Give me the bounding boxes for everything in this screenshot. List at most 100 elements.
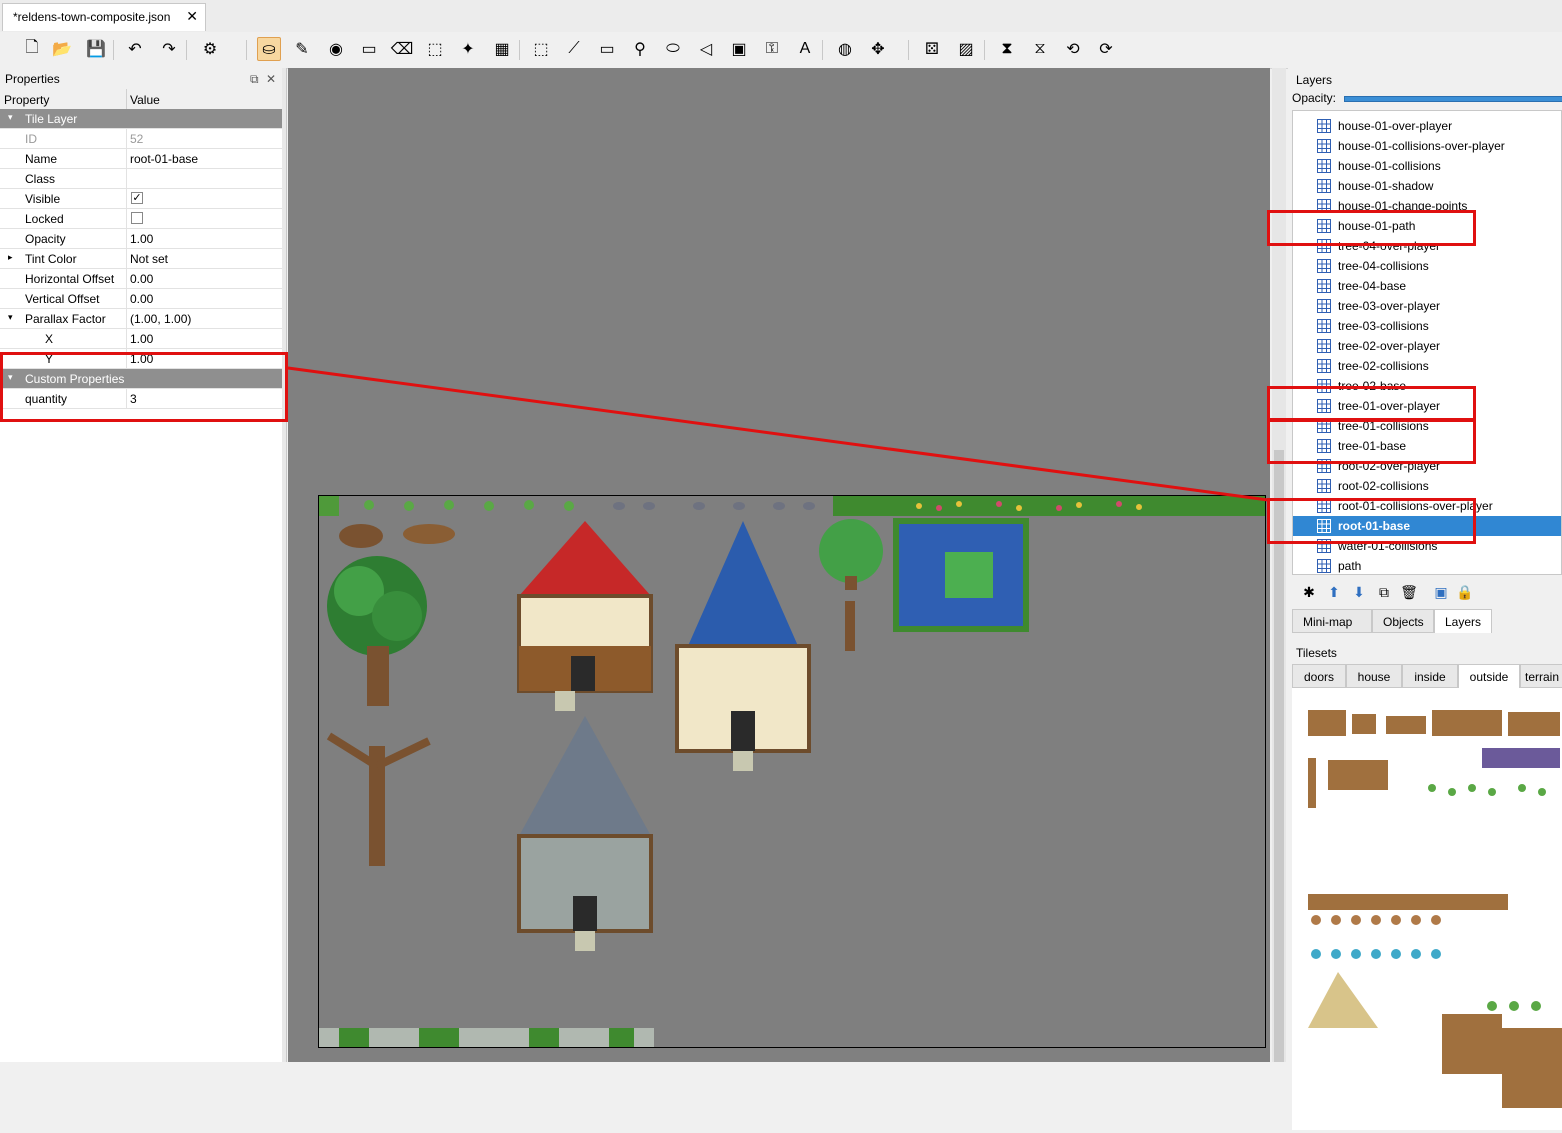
map-view[interactable]: [318, 495, 1266, 1048]
layer-item[interactable]: tree-04-base: [1293, 276, 1561, 296]
layer-item[interactable]: tree-04-collisions: [1293, 256, 1561, 276]
visible-checkbox[interactable]: ✓: [131, 192, 143, 204]
tileset-view[interactable]: [1292, 688, 1562, 1130]
property-row[interactable]: Visible ✓: [0, 189, 282, 209]
property-value[interactable]: 0.00: [130, 272, 153, 286]
rect-select-icon[interactable]: ⬚: [423, 37, 447, 61]
flip-horizontal-icon[interactable]: ⧗: [995, 37, 1019, 61]
wang-fill-icon[interactable]: ▨: [954, 37, 978, 61]
stamp-brush-icon[interactable]: ⛀: [257, 37, 281, 61]
redo-icon[interactable]: ↷: [157, 37, 181, 61]
dock-tab-mini-map[interactable]: Mini-map: [1292, 609, 1372, 633]
eraser-icon[interactable]: ⌫: [390, 37, 414, 61]
random-mode-icon[interactable]: ⚄: [920, 37, 944, 61]
property-row[interactable]: ▾ Parallax Factor (1.00, 1.00): [0, 309, 282, 329]
tile-layer-icon: [1317, 279, 1331, 293]
new-map-icon[interactable]: 🗋: [20, 37, 44, 61]
layers-title: Layers: [1296, 73, 1333, 87]
insert-polygon-icon[interactable]: ◁: [694, 37, 718, 61]
opacity-slider[interactable]: [1344, 96, 1562, 102]
flip-vertical-icon[interactable]: ⧖: [1028, 37, 1052, 61]
insert-ellipse-icon[interactable]: ⬭: [661, 37, 685, 61]
property-row[interactable]: Locked: [0, 209, 282, 229]
tileset-tab-inside[interactable]: inside: [1402, 664, 1458, 688]
terrain-brush-icon[interactable]: ✎: [290, 37, 314, 61]
collapse-caret-icon[interactable]: ▾: [8, 112, 13, 123]
lock-layers-icon[interactable]: 🔒: [1456, 583, 1474, 601]
layer-item[interactable]: house-01-over-player: [1293, 116, 1561, 136]
property-row[interactable]: X 1.00: [0, 329, 282, 349]
show-hide-layers-icon[interactable]: ▣: [1432, 583, 1450, 601]
dock-tab-layers[interactable]: Layers: [1434, 609, 1492, 633]
collapse-caret-icon[interactable]: ▾: [8, 312, 13, 323]
property-row[interactable]: ▾ Tile Layer: [0, 109, 282, 129]
property-row[interactable]: Horizontal Offset 0.00: [0, 269, 282, 289]
move-icon[interactable]: ✥: [866, 37, 890, 61]
property-row[interactable]: Name root-01-base: [0, 149, 282, 169]
property-value[interactable]: Not set: [130, 252, 168, 266]
layer-item[interactable]: tree-02-collisions: [1293, 356, 1561, 376]
property-row[interactable]: Vertical Offset 0.00: [0, 289, 282, 309]
property-row[interactable]: Class: [0, 169, 282, 189]
property-key: Tile Layer: [25, 112, 78, 126]
expand-caret-icon[interactable]: ▸: [8, 252, 13, 263]
select-same-tile-icon[interactable]: ▦: [490, 37, 514, 61]
property-value[interactable]: root-01-base: [130, 152, 198, 166]
property-value[interactable]: (1.00, 1.00): [130, 312, 191, 326]
magic-wand-icon[interactable]: ✦: [456, 37, 480, 61]
layer-item[interactable]: house-01-collisions: [1293, 156, 1561, 176]
commands-icon[interactable]: ⚙: [198, 37, 222, 61]
tileset-tab-house[interactable]: house: [1346, 664, 1402, 688]
float-panel-icon[interactable]: ⧉: [250, 72, 259, 87]
annotation-box-custom-properties: [0, 352, 288, 422]
tileset-tab-doors[interactable]: doors: [1292, 664, 1346, 688]
rotate-left-icon[interactable]: ⟲: [1061, 37, 1085, 61]
world-tool-icon[interactable]: ◍: [833, 37, 857, 61]
layer-name: tree-02-over-player: [1338, 339, 1441, 353]
property-row[interactable]: ▸ Tint Color Not set: [0, 249, 282, 269]
save-icon[interactable]: 💾: [84, 37, 108, 61]
property-row[interactable]: Opacity 1.00: [0, 229, 282, 249]
property-row[interactable]: ID 52: [0, 129, 282, 149]
property-key: Tint Color: [25, 252, 77, 266]
insert-text-icon[interactable]: A: [793, 37, 817, 61]
select-objects-icon[interactable]: ⬚: [529, 37, 553, 61]
layer-item[interactable]: root-02-collisions: [1293, 476, 1561, 496]
layer-item[interactable]: tree-02-over-player: [1293, 336, 1561, 356]
layer-item[interactable]: tree-03-over-player: [1293, 296, 1561, 316]
insert-tile-icon[interactable]: ▣: [727, 37, 751, 61]
insert-point-icon[interactable]: ⚲: [628, 37, 652, 61]
layer-item[interactable]: tree-03-collisions: [1293, 316, 1561, 336]
close-panel-icon[interactable]: ✕: [266, 72, 276, 86]
tile-layer-icon: [1317, 119, 1331, 133]
undo-icon[interactable]: ↶: [123, 37, 147, 61]
shape-fill-icon[interactable]: ▭: [357, 37, 381, 61]
duplicate-layer-icon[interactable]: ⧉: [1375, 583, 1393, 601]
tileset-tab-terrain[interactable]: terrain: [1520, 664, 1562, 688]
edit-polygons-icon[interactable]: ⟋: [562, 37, 586, 61]
lower-layer-icon[interactable]: ⬇: [1350, 583, 1368, 601]
remove-layer-icon[interactable]: 🗑: [1400, 583, 1418, 601]
new-layer-icon[interactable]: ✱: [1300, 583, 1318, 601]
dock-tab-objects[interactable]: Objects: [1372, 609, 1434, 633]
document-tab[interactable]: *reldens-town-composite.json ✕: [2, 3, 206, 31]
rotate-right-icon[interactable]: ⟳: [1094, 37, 1118, 61]
open-icon[interactable]: 📂: [50, 37, 74, 61]
layer-item[interactable]: house-01-collisions-over-player: [1293, 136, 1561, 156]
raise-layer-icon[interactable]: ⬆: [1325, 583, 1343, 601]
property-value[interactable]: 1.00: [130, 332, 153, 346]
property-value[interactable]: 1.00: [130, 232, 153, 246]
close-tab-icon[interactable]: ✕: [186, 8, 198, 25]
property-value[interactable]: 0.00: [130, 292, 153, 306]
locked-checkbox[interactable]: [131, 212, 143, 224]
insert-template-icon[interactable]: ⚿: [760, 37, 784, 61]
layer-item[interactable]: path: [1293, 556, 1561, 574]
properties-panel: Properties ⧉ ✕ Property Value ▾ Tile Laye…: [0, 68, 287, 1062]
properties-scrollbar[interactable]: [282, 68, 286, 1062]
bucket-fill-icon[interactable]: ◉: [324, 37, 348, 61]
layer-name: house-01-collisions-over-player: [1338, 139, 1505, 153]
insert-rectangle-icon[interactable]: ▭: [595, 37, 619, 61]
annotation-box-house-path: [1267, 210, 1476, 246]
tileset-tab-outside[interactable]: outside: [1458, 664, 1520, 688]
layer-item[interactable]: house-01-shadow: [1293, 176, 1561, 196]
